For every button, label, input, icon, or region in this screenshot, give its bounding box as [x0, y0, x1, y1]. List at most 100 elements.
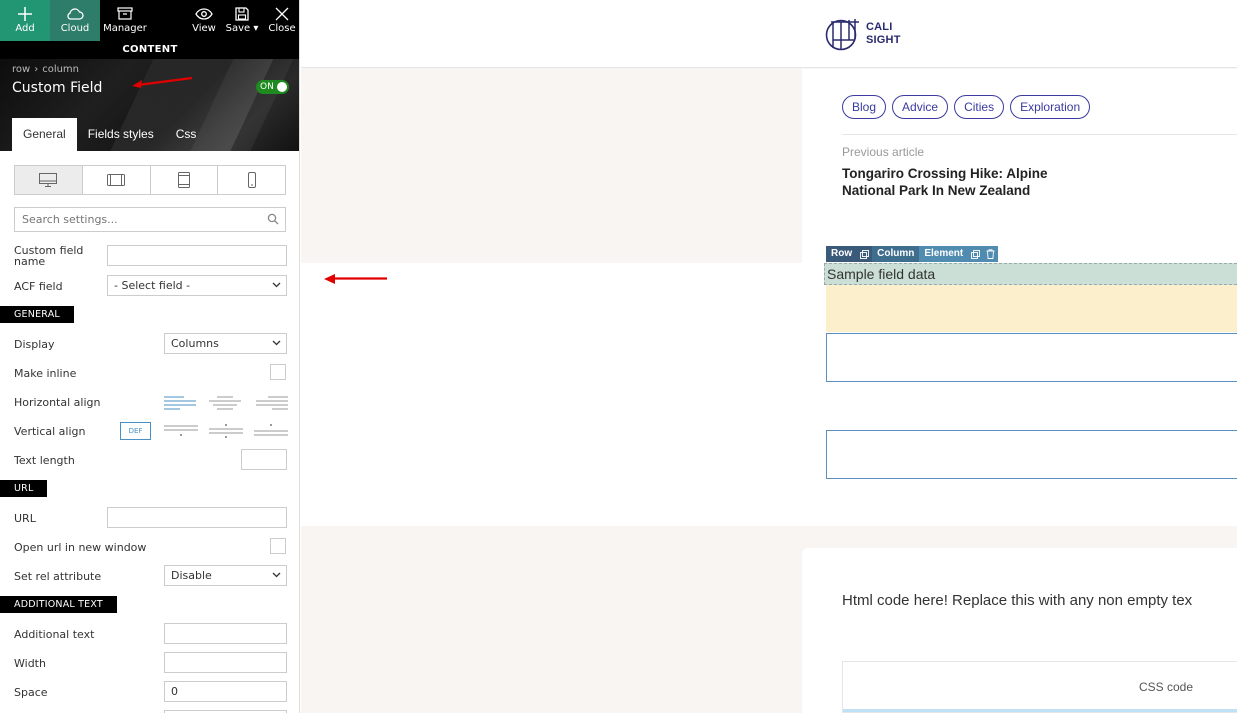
additional-text-input[interactable] [164, 623, 287, 644]
red-arrow-icon [132, 76, 193, 88]
chevron-right-icon: › [34, 64, 39, 75]
element-title: Custom Field [12, 80, 103, 96]
row-copy-button[interactable] [857, 246, 873, 262]
settings-panel: Add Cloud Manager View Save ▾ Close CONT… [0, 0, 300, 713]
edit-column-button[interactable]: Column [872, 246, 920, 262]
tag-blog[interactable]: Blog [842, 95, 887, 119]
preview-canvas: CALI SIGHT Blog Advice Cities Exploratio… [301, 0, 1237, 713]
align-top-icon[interactable] [164, 422, 198, 440]
chevron-down-icon [272, 282, 281, 288]
text-length-input[interactable] [241, 449, 287, 470]
tag-list: Blog Advice Cities Exploration [842, 95, 1091, 119]
additional-text-label: Additional text [14, 628, 95, 641]
tab-general[interactable]: General [12, 118, 77, 151]
calisight-logo-icon[interactable] [825, 16, 863, 52]
align-right-icon[interactable] [254, 394, 288, 412]
device-tablet-portrait[interactable] [151, 166, 219, 194]
trash-icon [986, 249, 995, 259]
manager-icon [117, 7, 133, 20]
edit-element-button[interactable]: Element [919, 246, 969, 262]
element-delete-button[interactable] [983, 246, 999, 262]
text-length-label: Text length [14, 454, 75, 467]
align-bottom-icon[interactable] [254, 422, 288, 440]
vertical-align-label: Vertical align [14, 425, 86, 438]
url-input[interactable] [107, 507, 287, 528]
display-label: Display [14, 338, 55, 351]
search-input[interactable] [15, 208, 255, 231]
rel-attribute-select[interactable]: Disable [164, 565, 287, 586]
space-label: Space [14, 686, 48, 699]
cloud-icon [67, 8, 84, 20]
edit-row-button[interactable]: Row [826, 246, 858, 262]
breadcrumb: row › column [12, 64, 79, 75]
css-code-box[interactable]: CSS code [842, 661, 1237, 713]
tag-cities[interactable]: Cities [954, 95, 1005, 119]
previous-article-link[interactable]: Tongariro Crossing Hike: Alpine National… [842, 165, 1062, 199]
close-button[interactable]: Close [266, 0, 298, 41]
eye-icon [195, 8, 213, 20]
save-button[interactable]: Save ▾ [224, 0, 260, 41]
css-code-label: CSS code [1139, 680, 1194, 694]
element-copy-button[interactable] [968, 246, 984, 262]
cloud-button[interactable]: Cloud [50, 0, 100, 41]
display-select[interactable]: Columns [164, 333, 287, 354]
width-input[interactable] [164, 652, 287, 673]
site-header: CALI SIGHT [301, 0, 1237, 68]
device-mobile[interactable] [218, 166, 285, 194]
add-button[interactable]: Add [0, 0, 50, 41]
rel-attribute-label: Set rel attribute [14, 570, 102, 583]
device-switcher [14, 165, 286, 195]
align-left-icon[interactable] [164, 394, 198, 412]
space-input[interactable]: 0 [164, 681, 287, 702]
make-inline-checkbox[interactable] [270, 364, 286, 380]
mobile-icon [247, 172, 256, 188]
settings-search [14, 207, 286, 232]
chevron-down-icon [272, 572, 281, 578]
acf-field-label: ACF field [14, 280, 63, 293]
element-edit-bar: Row Column Element [826, 246, 999, 262]
breadcrumb-row[interactable]: row [12, 64, 30, 75]
view-button[interactable]: View [189, 0, 219, 41]
section-general: GENERAL [0, 306, 74, 323]
tab-fields-styles[interactable]: Fields styles [77, 118, 165, 151]
custom-field-element[interactable]: Sample field data [824, 263, 1237, 285]
tag-exploration[interactable]: Exploration [1010, 95, 1091, 119]
horizontal-align-label: Horizontal align [14, 396, 101, 409]
top-toolbar: Add Cloud Manager View Save ▾ Close [0, 0, 299, 41]
device-desktop[interactable] [15, 166, 83, 194]
tablet-portrait-icon [177, 172, 190, 188]
article-meta: Blog Advice Cities Exploration Previous … [802, 69, 1237, 263]
device-tablet-landscape[interactable] [83, 166, 151, 194]
copy-icon [860, 249, 870, 259]
custom-field-name-input[interactable] [107, 245, 287, 266]
html-element-card: Html code here! Replace this with any no… [802, 548, 1237, 713]
horizontal-align-options [164, 394, 288, 412]
new-window-label: Open url in new window [14, 541, 147, 554]
align-center-icon[interactable] [209, 394, 243, 412]
empty-element-box[interactable] [826, 333, 1237, 382]
tab-css[interactable]: Css [165, 118, 208, 151]
tag-advice[interactable]: Advice [892, 95, 949, 119]
section-additional-text: ADDITIONAL TEXT [0, 596, 117, 613]
plus-icon [18, 7, 32, 21]
caret-down-icon: ▾ [253, 23, 259, 34]
new-window-checkbox[interactable] [270, 538, 286, 554]
red-arrow-icon [324, 274, 387, 284]
manager-button[interactable]: Manager [100, 0, 150, 41]
html-code-text[interactable]: Html code here! Replace this with any no… [842, 592, 1192, 609]
element-header: row › column Custom Field ON General Field… [0, 59, 299, 151]
copy-icon [971, 249, 981, 259]
divider [842, 134, 1237, 135]
vertical-align-default[interactable]: DEF [120, 422, 151, 440]
save-icon [235, 7, 249, 21]
width-label: Width [14, 657, 46, 670]
acf-field-select[interactable]: - Select field - [107, 275, 287, 296]
align-middle-icon[interactable] [209, 422, 243, 440]
content-bar: CONTENT [0, 41, 299, 59]
element-toggle[interactable]: ON [256, 80, 289, 94]
empty-element-box[interactable] [826, 430, 1237, 479]
breadcrumb-column[interactable]: column [42, 64, 79, 75]
make-inline-label: Make inline [14, 367, 77, 380]
previous-article-label: Previous article [842, 145, 925, 159]
site-logo-text[interactable]: CALI SIGHT [866, 21, 901, 47]
